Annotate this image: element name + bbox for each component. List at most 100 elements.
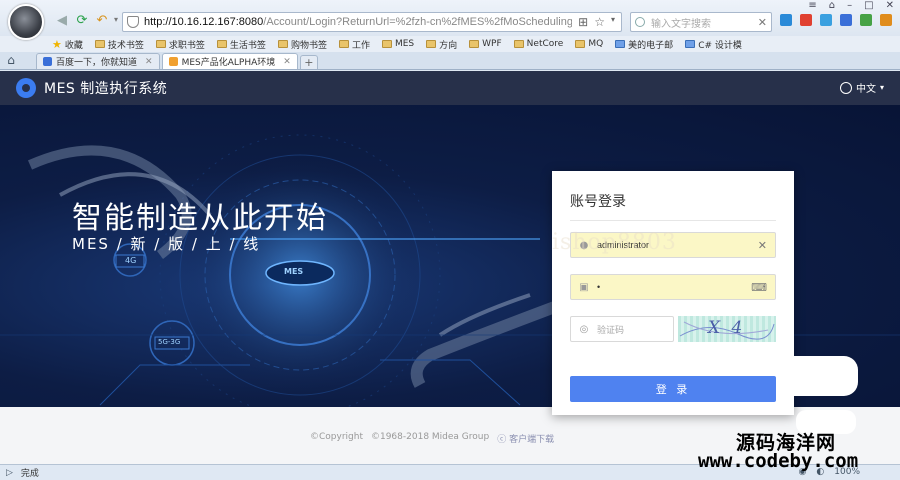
close-tab-icon[interactable]: ✕ — [145, 57, 153, 67]
bookmark-item[interactable]: C# 设计模 — [685, 38, 742, 51]
bookmark-item[interactable]: 生活书签 — [216, 38, 266, 51]
client-download-link[interactable]: ⓒ 客户端下载 — [497, 432, 554, 445]
browser-tab[interactable]: 百度一下，你就知道 ✕ — [36, 53, 160, 69]
search-input[interactable]: 输入文字搜索 — [651, 15, 711, 30]
home-icon[interactable]: ⌂ — [4, 53, 18, 67]
bookmark-label: NetCore — [526, 39, 564, 49]
bookmark-label: 工作 — [351, 40, 370, 51]
clear-icon[interactable]: ✕ — [758, 239, 767, 252]
copyright-years: ©1968-2018 Midea Group — [370, 432, 490, 442]
new-tab-button[interactable]: + — [299, 55, 318, 69]
watermark-blob — [780, 356, 858, 396]
folder-icon — [513, 40, 524, 48]
refresh-icon[interactable]: ⟳ — [74, 12, 90, 28]
bookmark-label: 生活书签 — [229, 40, 266, 51]
bookmark-label: MES — [394, 39, 415, 49]
close-icon[interactable]: ✕ — [758, 16, 767, 29]
chevron-down-icon: ▾ — [879, 83, 884, 92]
grid-icon[interactable]: ⊞ — [578, 15, 588, 29]
folder-icon — [94, 40, 105, 48]
lock-icon: ▣ — [579, 281, 589, 293]
captcha-image[interactable]: X 4 — [678, 316, 776, 342]
login-title: 账号登录 — [570, 194, 626, 210]
folder-icon — [277, 40, 288, 48]
captcha-input[interactable]: 验证码 — [597, 323, 665, 336]
bookmark-item[interactable]: ★ 收藏 — [52, 38, 83, 51]
system-title: MES 制造执行系统 — [44, 81, 168, 97]
bookmark-item[interactable]: 工作 — [338, 38, 370, 51]
login-button[interactable]: 登 录 — [570, 376, 776, 402]
watermark-en: www.codeby.com — [698, 450, 859, 472]
extension-icon[interactable] — [860, 14, 872, 26]
bookmark-item[interactable]: 美的电子邮 — [615, 38, 673, 51]
status-text: 完成 — [20, 469, 39, 479]
address-bar[interactable]: http://10.16.12.167:8080/Account/Login?R… — [122, 12, 622, 32]
bookmark-label: 求职书签 — [168, 40, 205, 51]
browser-window: ◀ ⟳ ↶ ▾ http://10.16.12.167:8080/Account… — [0, 0, 900, 480]
captcha-text: X 4 — [708, 318, 746, 338]
minimize-icon[interactable]: – — [847, 0, 852, 11]
bookmark-label: 购物书签 — [290, 40, 327, 51]
language-switch[interactable]: 中文 ▾ — [839, 80, 884, 95]
maximize-icon[interactable]: □ — [864, 0, 873, 11]
mail-icon — [615, 40, 626, 48]
shirt-icon[interactable]: ⌂ — [829, 0, 835, 11]
folder-icon — [381, 40, 392, 48]
tab-bar: ⌂ 百度一下，你就知道 ✕ MES产品化ALPHA环境 ✕ + — [0, 52, 900, 70]
menu-icon[interactable]: ≡ — [808, 0, 816, 11]
bookmark-label: MQ — [588, 39, 604, 49]
search-box[interactable]: 输入文字搜索 ✕ — [630, 12, 772, 32]
bookmarks-bar: ★ 收藏 技术书签 求职书签 生活书签 购物书签 工作 MES 方向 WPF NetCore MQ 美的… — [0, 36, 900, 52]
bookmark-item[interactable]: NetCore — [513, 39, 564, 49]
extension-icon[interactable] — [880, 14, 892, 26]
gear-logo-icon — [16, 78, 36, 98]
bookmark-item[interactable]: 求职书签 — [155, 38, 205, 51]
page-content: MES 制造执行系统 中文 ▾ MES 4G 5G-3G 智能制造从此开始 ME… — [0, 71, 900, 464]
bookmark-item[interactable]: WPF — [469, 39, 502, 49]
favicon-icon — [168, 57, 178, 66]
browser-toolbar: ◀ ⟳ ↶ ▾ http://10.16.12.167:8080/Account… — [0, 0, 900, 40]
bookmark-item[interactable]: 购物书签 — [277, 38, 327, 51]
app-header: MES 制造执行系统 中文 ▾ — [0, 71, 900, 105]
copyright-text: ©Copyright — [310, 432, 363, 442]
folder-icon — [216, 40, 227, 48]
status-arrow-icon: ▷ — [6, 467, 13, 478]
browser-tab[interactable]: MES产品化ALPHA环境 ✕ — [161, 53, 298, 69]
extension-icon[interactable] — [780, 14, 792, 26]
bookmark-item[interactable]: 方向 — [426, 38, 457, 51]
hero-title: 智能制造从此开始 — [72, 201, 328, 236]
chevron-down-icon[interactable]: ▾ — [611, 15, 615, 29]
extension-icon[interactable] — [800, 14, 812, 26]
extension-icon[interactable] — [820, 14, 832, 26]
page-icon — [685, 40, 696, 48]
favicon-icon — [43, 57, 52, 66]
bookmark-label: 技术书签 — [107, 40, 144, 51]
bookmark-label: 方向 — [439, 40, 458, 51]
watermark-ghost-text: ishop8803 — [552, 230, 677, 255]
captcha-field[interactable]: ◎ 验证码 — [570, 316, 674, 342]
divider — [570, 220, 776, 221]
back-icon[interactable]: ◀ — [54, 12, 70, 28]
bookmark-item[interactable]: MES — [381, 39, 415, 49]
bookmark-item[interactable]: MQ — [575, 39, 603, 49]
star-outline-icon[interactable]: ☆ — [594, 15, 605, 29]
tab-label: MES产品化ALPHA环境 — [181, 58, 276, 68]
folder-icon — [426, 40, 437, 48]
bookmark-item[interactable]: 技术书签 — [94, 38, 144, 51]
shield-icon: ◎ — [579, 323, 589, 335]
bookmark-label: C# 设计模 — [698, 40, 742, 51]
hero-subtitle: MES / 新 / 版 / 上 / 线 — [72, 235, 261, 253]
password-input[interactable]: • — [597, 282, 751, 292]
hero-badge: MES — [284, 267, 304, 276]
hero-tag: 4G — [125, 256, 137, 265]
avatar[interactable] — [8, 4, 44, 40]
close-icon[interactable]: ✕ — [886, 0, 894, 11]
address-url[interactable]: http://10.16.12.167:8080/Account/Login?R… — [144, 16, 572, 28]
hero-tag: 5G-3G — [158, 338, 181, 346]
bookmark-label: 美的电子邮 — [628, 40, 674, 51]
extension-icon[interactable] — [840, 14, 852, 26]
close-tab-icon[interactable]: ✕ — [283, 57, 291, 67]
password-field[interactable]: ▣ • ⌨ — [570, 274, 776, 300]
keyboard-icon[interactable]: ⌨ — [751, 281, 767, 294]
folder-icon — [338, 40, 349, 48]
